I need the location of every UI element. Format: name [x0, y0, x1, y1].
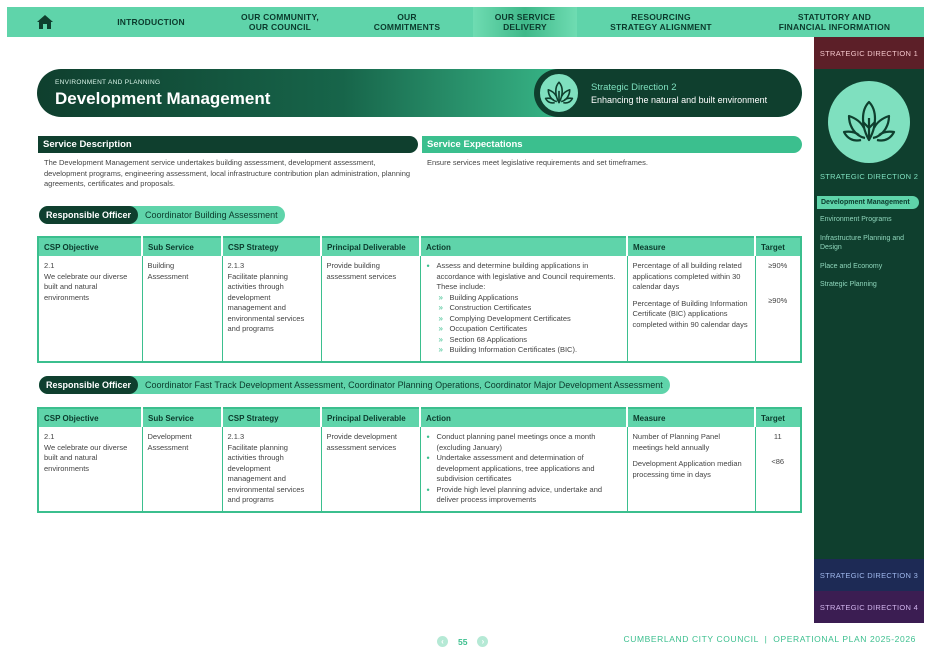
column-header: CSP Objective [38, 237, 143, 256]
home-icon [37, 15, 53, 29]
leaf-icon [842, 100, 896, 142]
service-description-heading: Service Description [38, 136, 418, 153]
action-sub-item: Section 68 Applications [426, 335, 622, 346]
column-header: Measure [627, 408, 756, 427]
action-item: Undertake assessment and determination o… [426, 453, 622, 485]
column-header: Target [755, 408, 801, 427]
sidebar-strategic-direction-1[interactable]: STRATEGIC DIRECTION 1 [814, 37, 924, 69]
action-sub-item: Construction Certificates [426, 303, 622, 314]
nav-resourcing-strategy[interactable]: RESOURCING STRATEGY ALIGNMENT [577, 7, 745, 37]
responsible-officer-label: Responsible Officer [39, 376, 139, 394]
next-page-button[interactable]: › [477, 636, 489, 647]
nav-introduction[interactable]: INTRODUCTION [83, 7, 219, 37]
strategic-direction-sidebar: STRATEGIC DIRECTION 1 STRATEGIC DIRECTIO… [814, 37, 924, 623]
responsible-officer-2: Responsible Officer Coordinator Fast Tra… [39, 376, 670, 394]
csp-objective-cell: 2.1 We celebrate our diverse built and n… [38, 427, 143, 512]
column-header: Target [755, 237, 801, 256]
table-row: 2.1 We celebrate our diverse built and n… [38, 427, 801, 512]
action-cell: Assess and determine building applicatio… [420, 256, 628, 362]
service-expectations-heading: Service Expectations [422, 136, 802, 153]
column-header: Measure [627, 237, 756, 256]
column-header: Sub Service [142, 237, 223, 256]
strategic-direction-badge: Strategic Direction 2 Enhancing the natu… [534, 69, 802, 117]
target-value: ≥90% [768, 261, 788, 270]
column-header: Principal Deliverable [321, 237, 421, 256]
leaf-emblem [828, 81, 910, 163]
responsible-officer-value: Coordinator Building Assessment [145, 210, 278, 220]
page-number: 55 [458, 636, 468, 647]
nav-statutory-financial[interactable]: STATUTORY AND FINANCIAL INFORMATION [745, 7, 924, 37]
action-sub-item: Complying Development Certificates [426, 314, 622, 325]
target-value: ≥90% [768, 295, 788, 305]
page-navigation: ‹ 55 › [437, 636, 489, 647]
strategic-direction-subtitle: Enhancing the natural and built environm… [591, 95, 768, 105]
nav-our-commitments[interactable]: OUR COMMITMENTS [341, 7, 473, 37]
responsible-officer-value: Coordinator Fast Track Development Asses… [145, 380, 663, 390]
service-description-text: The Development Management service under… [44, 158, 411, 188]
strategic-direction-label: Strategic Direction 2 [591, 82, 677, 93]
measure-item: Number of Planning Panel meetings held a… [632, 432, 721, 452]
service-expectations-text: Ensure services meet legislative require… [427, 158, 648, 167]
sidebar-strategic-direction-2[interactable]: STRATEGIC DIRECTION 2 [820, 172, 918, 181]
measure-item: Percentage of all building related appli… [632, 261, 742, 291]
column-header: Sub Service [142, 408, 223, 427]
csp-strategy-cell: 2.1.3 Facilitate planning activities thr… [222, 256, 322, 362]
column-header: CSP Strategy [222, 408, 322, 427]
action-sub-item: Building Applications [426, 293, 622, 304]
column-header: CSP Objective [38, 408, 143, 427]
sidebar-item-development-management[interactable]: Development Management [817, 196, 919, 209]
service-plan-table-2: CSP Objective Sub Service CSP Strategy P… [37, 407, 802, 513]
page-header-banner: ENVIRONMENT AND PLANNING Development Man… [37, 69, 802, 117]
measure-cell: Percentage of all building related appli… [627, 256, 756, 362]
action-sub-item: Building Information Certificates (BIC). [426, 345, 622, 356]
target-cell: 11 <86 [755, 427, 801, 512]
sidebar-strategic-direction-4[interactable]: STRATEGIC DIRECTION 4 [814, 591, 924, 623]
nav-our-service-delivery[interactable]: OUR SERVICE DELIVERY [473, 7, 577, 37]
measure-cell: Number of Planning Panel meetings held a… [627, 427, 756, 512]
target-value: 11 [773, 432, 782, 441]
service-category: ENVIRONMENT AND PLANNING [55, 79, 161, 86]
column-header: Action [420, 408, 628, 427]
target-cell: ≥90% ≥90% [755, 256, 801, 362]
previous-page-button[interactable]: ‹ [437, 636, 448, 647]
sub-service-cell: Development Assessment [142, 427, 223, 512]
column-header: Principal Deliverable [321, 408, 421, 427]
measure-item: Percentage of Building Information Certi… [632, 298, 748, 329]
responsible-officer-label: Responsible Officer [39, 206, 139, 224]
action-sub-item: Occupation Certificates [426, 324, 622, 335]
table-row: 2.1 We celebrate our diverse built and n… [38, 256, 801, 362]
principal-deliverable-cell: Provide building assessment services [321, 256, 421, 362]
csp-strategy-cell: 2.1.3 Facilitate planning activities thr… [222, 427, 322, 512]
sidebar-item-environment-programs[interactable]: Environment Programs [820, 215, 918, 224]
action-item: Conduct planning panel meetings once a m… [426, 432, 622, 453]
measure-item: Development Application median processin… [632, 459, 742, 479]
responsible-officer-1: Responsible Officer Coordinator Building… [39, 206, 285, 224]
column-header: Action [420, 237, 628, 256]
sidebar-strategic-direction-3[interactable]: STRATEGIC DIRECTION 3 [814, 559, 924, 591]
table-header-row: CSP Objective Sub Service CSP Strategy P… [38, 237, 801, 256]
action-cell: Conduct planning panel meetings once a m… [420, 427, 628, 512]
nav-our-community[interactable]: OUR COMMUNITY, OUR COUNCIL [219, 7, 341, 37]
service-plan-table-1: CSP Objective Sub Service CSP Strategy P… [37, 236, 802, 363]
chevron-left-icon: ‹ [441, 637, 444, 646]
principal-deliverable-cell: Provide development assessment services [321, 427, 421, 512]
action-item: Provide high level planning advice, unde… [426, 485, 622, 506]
leaf-badge [538, 72, 580, 114]
sidebar-item-place-economy[interactable]: Place and Economy [820, 262, 918, 271]
footer-organization: CUMBERLAND CITY COUNCIL | OPERATIONAL PL… [623, 634, 916, 644]
home-button[interactable] [7, 7, 83, 37]
column-header: CSP Strategy [222, 237, 322, 256]
sidebar-item-infrastructure-planning[interactable]: Infrastructure Planning and Design [820, 234, 918, 252]
leaf-icon [544, 81, 574, 104]
sub-service-cell: Building Assessment [142, 256, 223, 362]
csp-objective-cell: 2.1 We celebrate our diverse built and n… [38, 256, 143, 362]
target-value: <86 [771, 456, 785, 466]
sidebar-item-strategic-planning[interactable]: Strategic Planning [820, 280, 918, 289]
chevron-right-icon: › [481, 637, 485, 646]
top-navigation: INTRODUCTION OUR COMMUNITY, OUR COUNCIL … [7, 7, 924, 37]
page-title: Development Management [55, 89, 271, 108]
action-item: Assess and determine building applicatio… [426, 261, 622, 293]
table-header-row: CSP Objective Sub Service CSP Strategy P… [38, 408, 801, 427]
